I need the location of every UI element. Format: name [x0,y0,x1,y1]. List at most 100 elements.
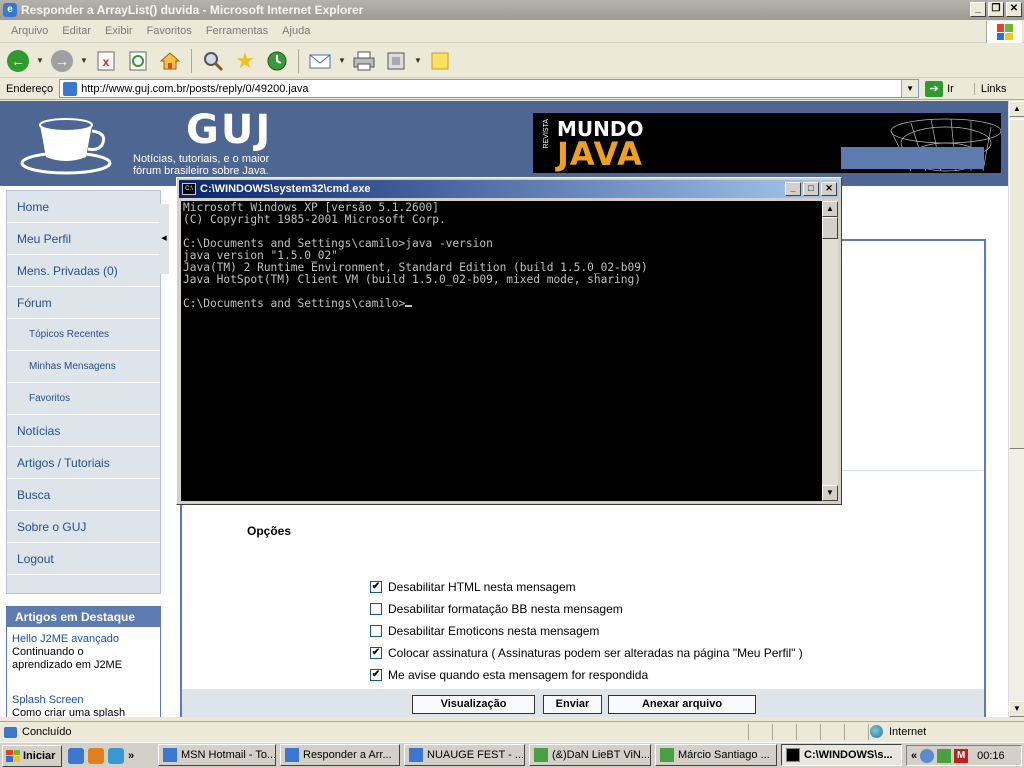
featured-link-hello-j2me[interactable]: Hello J2ME avançado [12,633,155,646]
menu-arquivo[interactable]: Arquivo [4,25,55,37]
preview-button[interactable]: Visualização [412,695,535,714]
sidebar-item-home[interactable]: Home [7,191,160,223]
menu-editar[interactable]: Editar [55,25,98,37]
cmd-scroll-up-icon[interactable]: ▲ [822,201,838,217]
go-button[interactable]: ➔ Ir [925,80,954,97]
sidebar-item-busca[interactable]: Busca [7,479,160,511]
cmd-window[interactable]: C:\ C:\WINDOWS\system32\cmd.exe _ □ ✕ Mi… [176,177,842,505]
refresh-button[interactable] [124,48,152,74]
cmd-close-button[interactable]: ✕ [821,182,837,196]
back-button[interactable]: ← [4,48,32,74]
checkbox-notify-reply[interactable]: ✔ [370,669,382,681]
option-label: Desabilitar formatação BB nesta mensagem [388,602,623,616]
mail-icon [309,54,331,68]
search-button[interactable] [199,48,227,74]
scroll-thumb[interactable] [1009,119,1024,449]
page-scrollbar[interactable]: ▲ ▼ [1008,101,1024,717]
sidebar-item-topicos-recentes[interactable]: Tópicos Recentes [7,319,160,351]
cmd-scroll-thumb[interactable] [822,217,838,239]
ie-title-bar[interactable]: e Responder a ArrayList() duvida - Micro… [0,0,1024,20]
sidebar-item-artigos[interactable]: Artigos / Tutoriais [7,447,160,479]
network-icon[interactable] [920,748,935,763]
sidebar-item-forum[interactable]: Fórum [7,287,160,319]
windows-flag-icon [996,24,1013,40]
forward-dropdown-icon[interactable]: ▼ [80,56,88,65]
address-field[interactable]: ▼ [59,79,920,98]
task-dan-liebt[interactable]: (&)DaN LieBT ViN... [529,744,651,766]
checkbox-attach-signature[interactable]: ✔ [370,647,382,659]
sidebar-item-minhas-mensagens[interactable]: Minhas Mensagens [7,351,160,383]
cmd-console-output[interactable]: Microsoft Windows XP [versão 5.1.2600] (C… [181,201,822,501]
task-cmd[interactable]: C:\WINDOWS\s... [781,744,902,766]
quicklaunch-more-icon[interactable]: » [128,750,134,762]
cmd-maximize-button[interactable]: □ [803,182,819,196]
antivirus-icon[interactable]: M [954,748,969,763]
attach-file-button[interactable]: Anexar arquivo [608,695,756,714]
form-header-bar [841,147,984,169]
ie-quicklaunch-icon[interactable] [68,747,84,764]
links-button[interactable]: Links [973,82,1007,95]
send-button[interactable]: Enviar [543,695,602,714]
msn-tray-icon[interactable] [937,748,952,763]
menu-ferramentas[interactable]: Ferramentas [199,25,275,37]
option-notify-reply[interactable]: ✔ Me avise quando esta mensagem for respo… [370,668,648,682]
minimize-button[interactable]: _ [970,2,986,17]
sidebar-item-sobre[interactable]: Sobre o GUJ [7,511,160,543]
clock[interactable]: 00:16 [977,750,1005,762]
home-button[interactable] [156,48,184,74]
featured-link-splash-screen[interactable]: Splash Screen [12,694,155,707]
menu-favoritos[interactable]: Favoritos [140,25,199,37]
edit-dropdown-icon[interactable]: ▼ [414,56,422,65]
scroll-up-icon[interactable]: ▲ [1009,101,1024,117]
option-attach-signature[interactable]: ✔ Colocar assinatura ( Assinaturas podem … [370,646,803,660]
task-label: (&)DaN LieBT ViN... [552,749,651,761]
mail-button[interactable] [306,48,334,74]
sidebar-item-mens-privadas[interactable]: Mens. Privadas (0) [7,255,160,287]
option-disable-emoticons[interactable]: Desabilitar Emoticons nesta mensagem [370,624,599,638]
app-quicklaunch-icon[interactable] [88,747,104,764]
close-button[interactable]: ✕ [1006,2,1022,17]
history-button[interactable] [263,48,291,74]
address-dropdown-icon[interactable]: ▼ [901,80,919,97]
scroll-down-icon[interactable]: ▼ [1009,701,1024,717]
task-msn-hotmail[interactable]: MSN Hotmail - To... [158,744,276,766]
maximize-button[interactable]: ❐ [988,2,1004,17]
url-input[interactable] [81,82,902,95]
sidebar-item-meu-perfil[interactable]: Meu Perfil [7,223,160,255]
cmd-scrollbar[interactable]: ▲ ▼ [822,201,838,501]
tagline-line-2: fórum brasileiro sobre Java. [133,165,269,177]
print-button[interactable] [350,48,378,74]
task-marcio[interactable]: Márcio Santiago ... [655,744,777,766]
task-responder[interactable]: Responder a Arr... [280,744,400,766]
task-nuauge[interactable]: NUAUGE FEST - ... [404,744,525,766]
search-icon [204,51,224,71]
forward-button[interactable]: → [48,48,76,74]
sidebar-collapse-icon[interactable]: ◀ [159,204,169,274]
mail-dropdown-icon[interactable]: ▼ [338,56,346,65]
back-dropdown-icon[interactable]: ▼ [36,56,44,65]
checkbox-disable-emoticons[interactable] [370,625,382,637]
start-button[interactable]: Iniciar [2,744,62,767]
checkbox-disable-html[interactable]: ✔ [370,581,382,593]
edit-button[interactable] [382,48,410,74]
console-line: (C) Copyright 1985-2001 Microsoft Corp. [183,213,446,226]
sidebar-item-logout[interactable]: Logout [7,543,160,575]
option-disable-html[interactable]: ✔ Desabilitar HTML nesta mensagem [370,580,576,594]
menu-ajuda[interactable]: Ajuda [275,25,317,37]
browser-quicklaunch-icon[interactable] [108,747,124,764]
checkbox-disable-bbcode[interactable] [370,603,382,615]
menu-exibir[interactable]: Exibir [98,25,140,37]
stop-button[interactable]: x [92,48,120,74]
option-disable-bbcode[interactable]: Desabilitar formatação BB nesta mensagem [370,602,623,616]
note-button[interactable] [426,48,454,74]
menu-bar: Arquivo Editar Exibir Favoritos Ferramen… [0,20,1024,43]
cmd-scroll-down-icon[interactable]: ▼ [822,485,838,501]
favorites-button[interactable]: ★ [231,48,259,74]
tray-expand-icon[interactable]: « [911,750,917,762]
sidebar-item-noticias[interactable]: Notícias [7,415,160,447]
site-name: GUJ [186,107,273,153]
sidebar-item-favoritos[interactable]: Favoritos [7,383,160,415]
coffee-cup-logo-icon[interactable] [18,111,118,175]
cmd-title-bar[interactable]: C:\ C:\WINDOWS\system32\cmd.exe _ □ ✕ [179,180,839,198]
cmd-minimize-button[interactable]: _ [785,182,801,196]
